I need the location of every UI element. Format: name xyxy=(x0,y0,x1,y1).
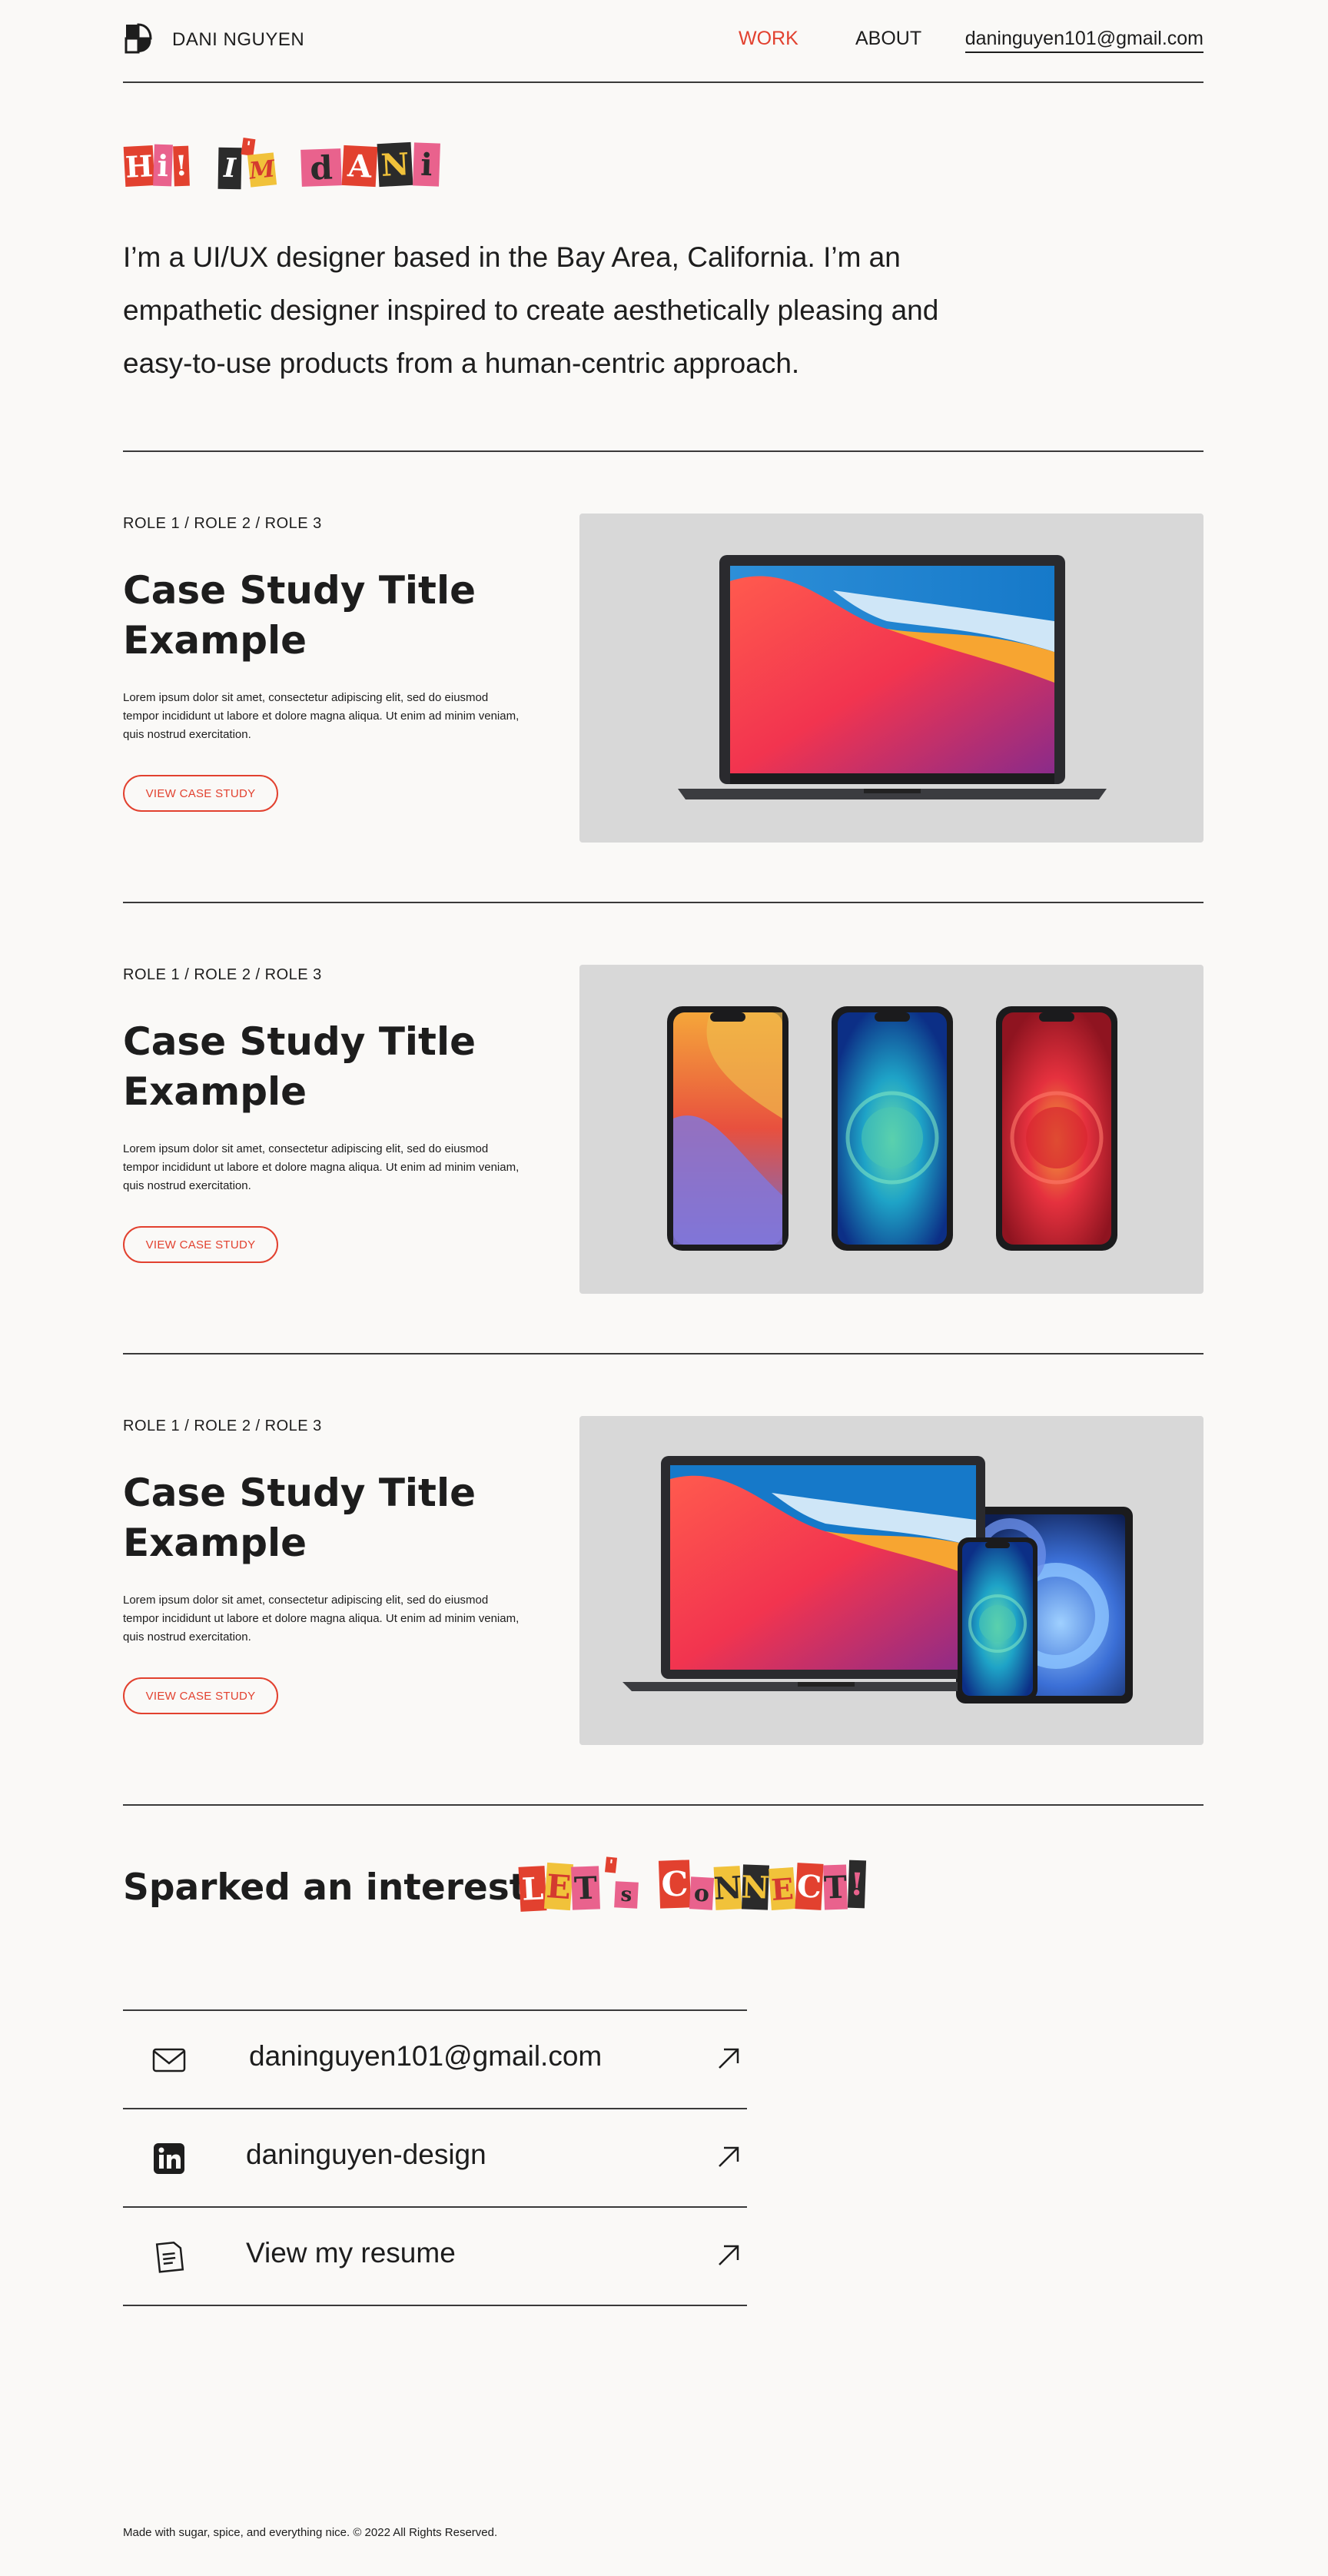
nav-work-link[interactable]: WORK xyxy=(739,28,798,50)
email-link-row[interactable]: daninguyen101@gmail.com xyxy=(123,2009,747,2108)
divider xyxy=(123,2305,747,2306)
letter-tile: E xyxy=(543,1862,574,1911)
letter-tile: C xyxy=(658,1860,692,1909)
case-study-roles: ROLE 1 / ROLE 2 / ROLE 3 xyxy=(123,966,322,983)
logo-icon[interactable] xyxy=(123,23,154,54)
mail-icon xyxy=(152,2048,186,2072)
footer-text: Made with sugar, spice, and everything n… xyxy=(123,2526,498,2539)
case-study-description: Lorem ipsum dolor sit amet, consectetur … xyxy=(123,1594,520,1644)
case-study-title[interactable]: Case Study Title Example xyxy=(123,1017,553,1117)
resume-link-row[interactable]: View my resume xyxy=(123,2206,747,2305)
view-case-study-button[interactable]: VIEW CASE STUDY xyxy=(123,775,278,812)
case-study-roles: ROLE 1 / ROLE 2 / ROLE 3 xyxy=(123,515,322,532)
letter-tile: N xyxy=(713,1866,742,1910)
lets-connect-ransom-lettering: L E T ' s C o N N E C T ! xyxy=(518,1854,902,1916)
devices-mockup-image[interactable] xyxy=(579,1416,1204,1745)
letter-tile: ! xyxy=(847,1860,867,1909)
letter-tile: H xyxy=(123,145,155,187)
phones-mockup-image[interactable] xyxy=(579,965,1204,1294)
letter-tile: ' xyxy=(241,138,256,156)
email-link-text[interactable]: daninguyen101@gmail.com xyxy=(249,2040,602,2072)
letter-tile: i xyxy=(413,142,440,187)
letter-tile: i xyxy=(153,144,173,187)
view-case-study-button[interactable]: VIEW CASE STUDY xyxy=(123,1226,278,1263)
hello-ransom-lettering: H i ! I ' M d A N i xyxy=(123,137,461,192)
linkedin-link-row[interactable]: daninguyen-design xyxy=(123,2108,747,2206)
linkedin-link-text[interactable]: daninguyen-design xyxy=(246,2139,486,2171)
letter-tile: N xyxy=(741,1864,770,1910)
intro-paragraph: I’m a UI/UX designer based in the Bay Ar… xyxy=(123,241,939,379)
arrow-up-right-icon[interactable] xyxy=(713,2240,744,2271)
arrow-up-right-icon[interactable] xyxy=(713,2142,744,2172)
arrow-up-right-icon[interactable] xyxy=(713,2043,744,2074)
nav-email-link[interactable]: daninguyen101@gmail.com xyxy=(964,28,1204,53)
brand-name[interactable]: DANI NGUYEN xyxy=(172,29,304,51)
letter-tile: s xyxy=(614,1881,639,1909)
site-header: DANI NGUYEN WORK ABOUT daninguyen101@gma… xyxy=(123,22,1204,60)
letter-tile: A xyxy=(341,145,378,188)
linkedin-icon xyxy=(154,2143,184,2174)
resume-icon xyxy=(155,2241,184,2273)
letter-tile: L xyxy=(518,1866,547,1912)
divider xyxy=(123,902,1204,903)
letter-tile: M xyxy=(247,152,277,188)
connect-heading: Sparked an interest? xyxy=(123,1866,548,1909)
letter-tile: C xyxy=(795,1863,824,1910)
case-study-roles: ROLE 1 / ROLE 2 / ROLE 3 xyxy=(123,1418,322,1434)
divider xyxy=(123,81,1204,83)
nav-about-link[interactable]: ABOUT xyxy=(855,28,921,50)
letter-tile: o xyxy=(689,1876,715,1910)
letter-tile: T xyxy=(822,1864,848,1910)
resume-link-text[interactable]: View my resume xyxy=(246,2237,456,2269)
letter-tile: T xyxy=(571,1866,600,1910)
case-study-description: Lorem ipsum dolor sit amet, consectetur … xyxy=(123,1142,520,1192)
letter-tile: N xyxy=(377,141,413,188)
case-study-description: Lorem ipsum dolor sit amet, consectetur … xyxy=(123,691,520,741)
letter-tile: ' xyxy=(604,1856,618,1873)
divider xyxy=(123,450,1204,452)
letter-tile: d xyxy=(300,148,342,187)
letter-tile: I xyxy=(217,147,242,190)
view-case-study-button[interactable]: VIEW CASE STUDY xyxy=(123,1677,278,1714)
laptop-mockup-image[interactable] xyxy=(579,514,1204,843)
letter-tile: ! xyxy=(173,145,190,187)
divider xyxy=(123,1353,1204,1354)
case-study-title[interactable]: Case Study Title Example xyxy=(123,566,553,666)
case-study-title[interactable]: Case Study Title Example xyxy=(123,1468,553,1568)
divider xyxy=(123,1804,1204,1806)
letter-tile: E xyxy=(769,1866,796,1911)
